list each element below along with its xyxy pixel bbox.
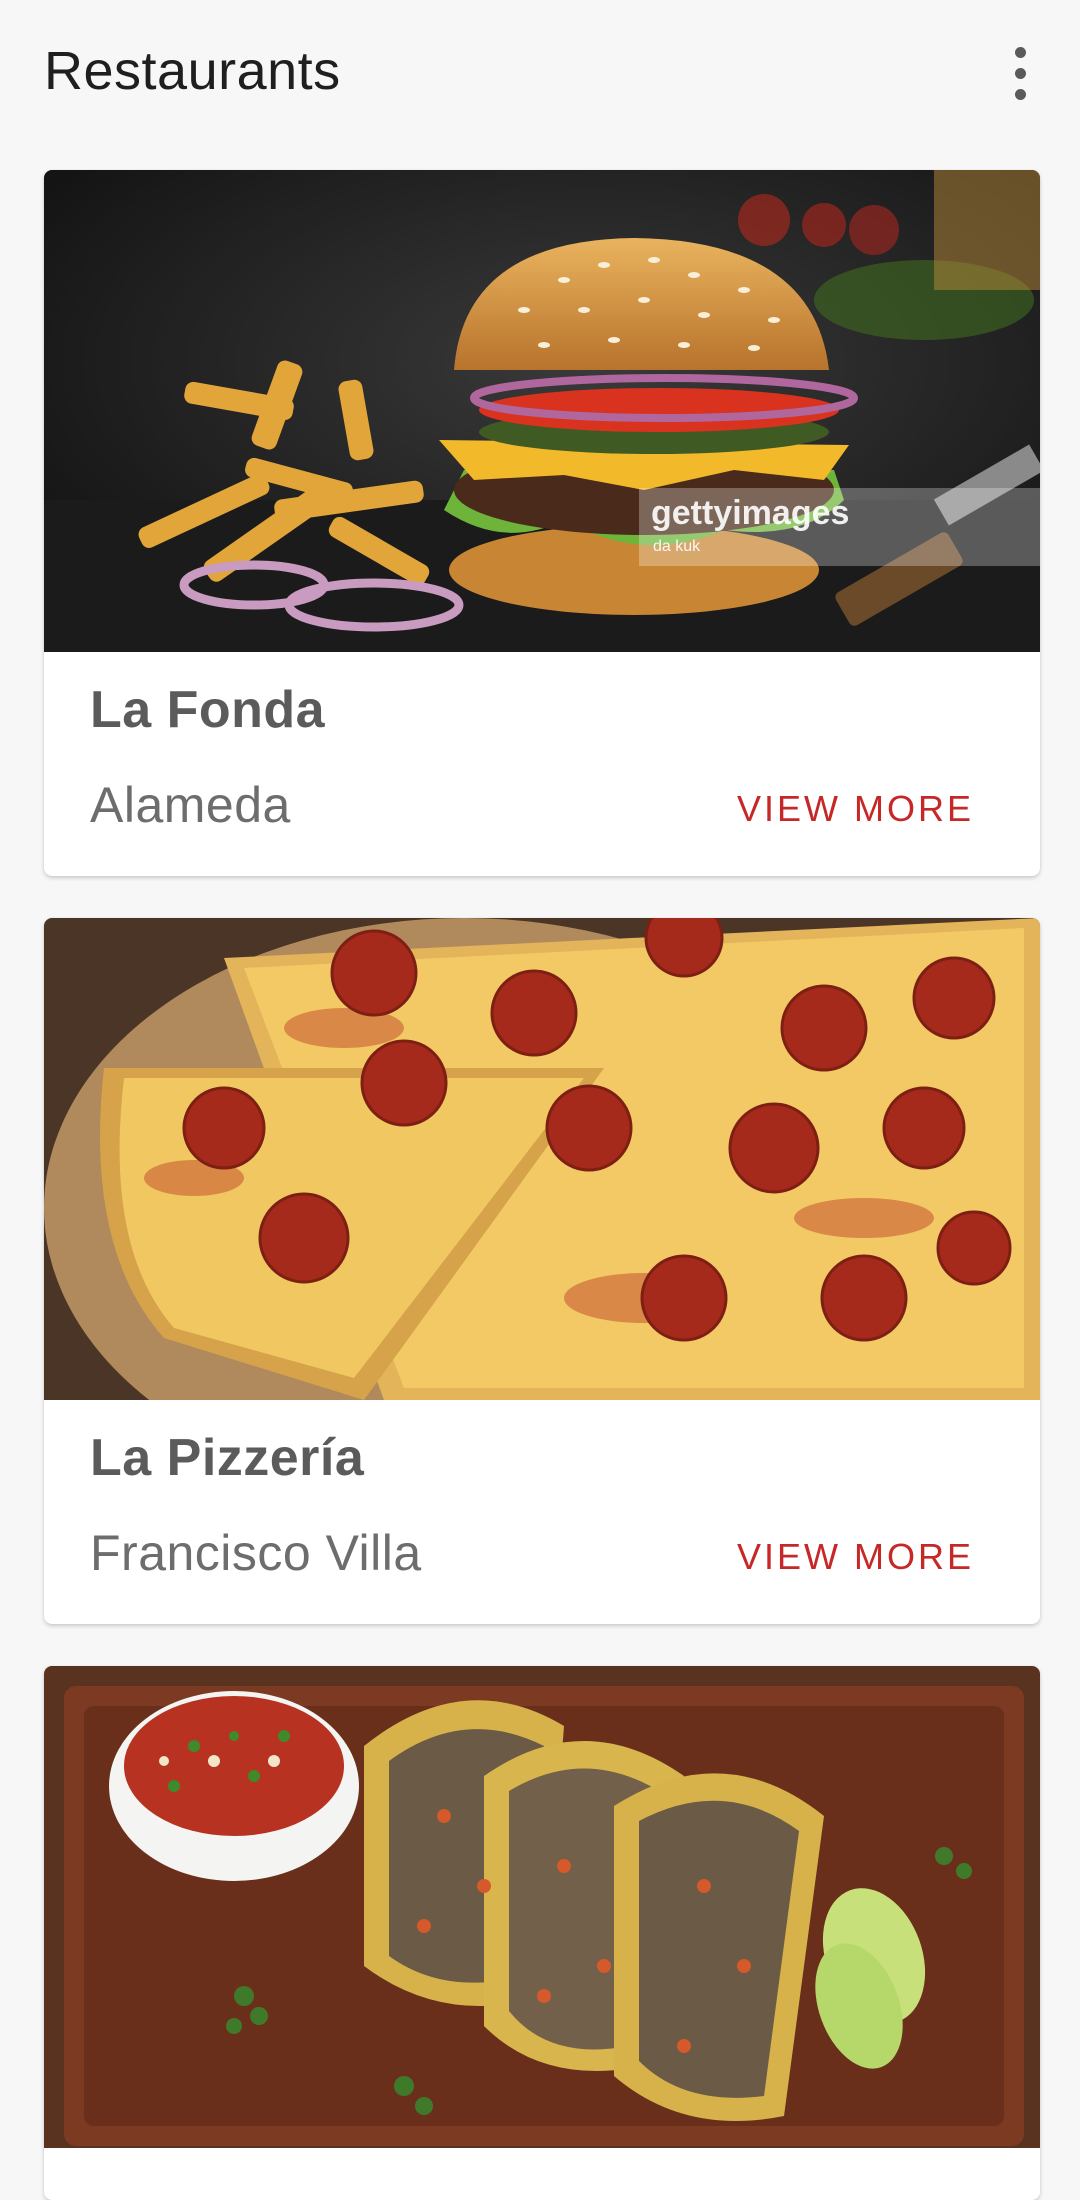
restaurant-location: Alameda — [90, 777, 291, 833]
restaurant-name: La Pizzería — [90, 1429, 365, 1487]
restaurant-card[interactable]: gettyimages da kuk La Fonda Alameda VIEW… — [44, 170, 1040, 876]
restaurant-card[interactable] — [44, 1666, 1040, 2200]
app-bar: Restaurants — [0, 0, 1080, 150]
view-more-button[interactable]: VIEW MORE — [737, 788, 974, 830]
card-content: La Fonda Alameda VIEW MORE — [44, 652, 1040, 876]
more-vert-icon[interactable] — [990, 38, 1050, 108]
pepperoni-pizza-photo — [44, 918, 1040, 1400]
restaurant-card[interactable]: La Pizzería Francisco Villa VIEW MORE — [44, 918, 1040, 1624]
stock-watermark: gettyimages da kuk — [639, 488, 1040, 566]
tacos-with-salsa-photo — [44, 1666, 1040, 2148]
restaurant-name: La Fonda — [90, 681, 326, 739]
page-title: Restaurants — [44, 41, 341, 101]
card-content: La Pizzería Francisco Villa VIEW MORE — [44, 1400, 1040, 1624]
burger-with-fries-photo: gettyimages da kuk — [44, 170, 1040, 652]
restaurant-location: Francisco Villa — [90, 1525, 422, 1581]
view-more-button[interactable]: VIEW MORE — [737, 1536, 974, 1578]
